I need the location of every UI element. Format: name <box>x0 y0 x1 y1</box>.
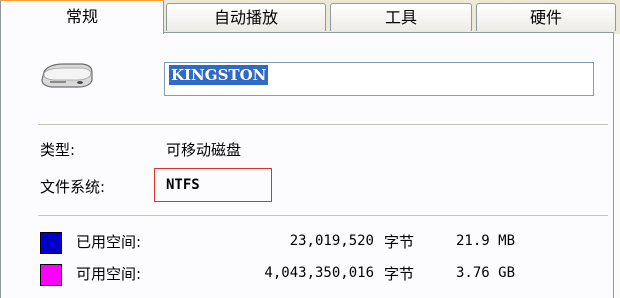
type-label: 类型: <box>40 141 76 159</box>
drive-name-value: KINGSTON <box>169 65 269 85</box>
used-space-size: 21.9 MB <box>456 233 516 249</box>
free-space-color-swatch <box>40 264 62 286</box>
drive-name-input[interactable]: KINGSTON <box>164 62 594 96</box>
type-value: 可移动磁盘 <box>166 141 242 159</box>
used-space-label: 已用空间: <box>76 233 142 251</box>
free-space-bytes: 4,043,350,016 <box>264 265 374 281</box>
free-space-label: 可用空间: <box>76 265 142 283</box>
removable-drive-icon <box>41 63 93 88</box>
separator <box>38 124 608 125</box>
used-space-color-swatch <box>40 232 62 254</box>
free-space-size: 3.76 GB <box>456 265 516 281</box>
used-space-unit: 字节 <box>384 233 415 251</box>
free-space-unit: 字节 <box>384 265 415 283</box>
filesystem-value: NTFS <box>166 177 200 193</box>
filesystem-label: 文件系统: <box>40 178 106 196</box>
properties-dialog: 常规 自动播放 工具 硬件 KINGSTON 类型: 可移动磁盘 文件系统: N… <box>0 0 620 298</box>
used-space-bytes: 23,019,520 <box>289 233 374 249</box>
separator <box>38 215 608 216</box>
